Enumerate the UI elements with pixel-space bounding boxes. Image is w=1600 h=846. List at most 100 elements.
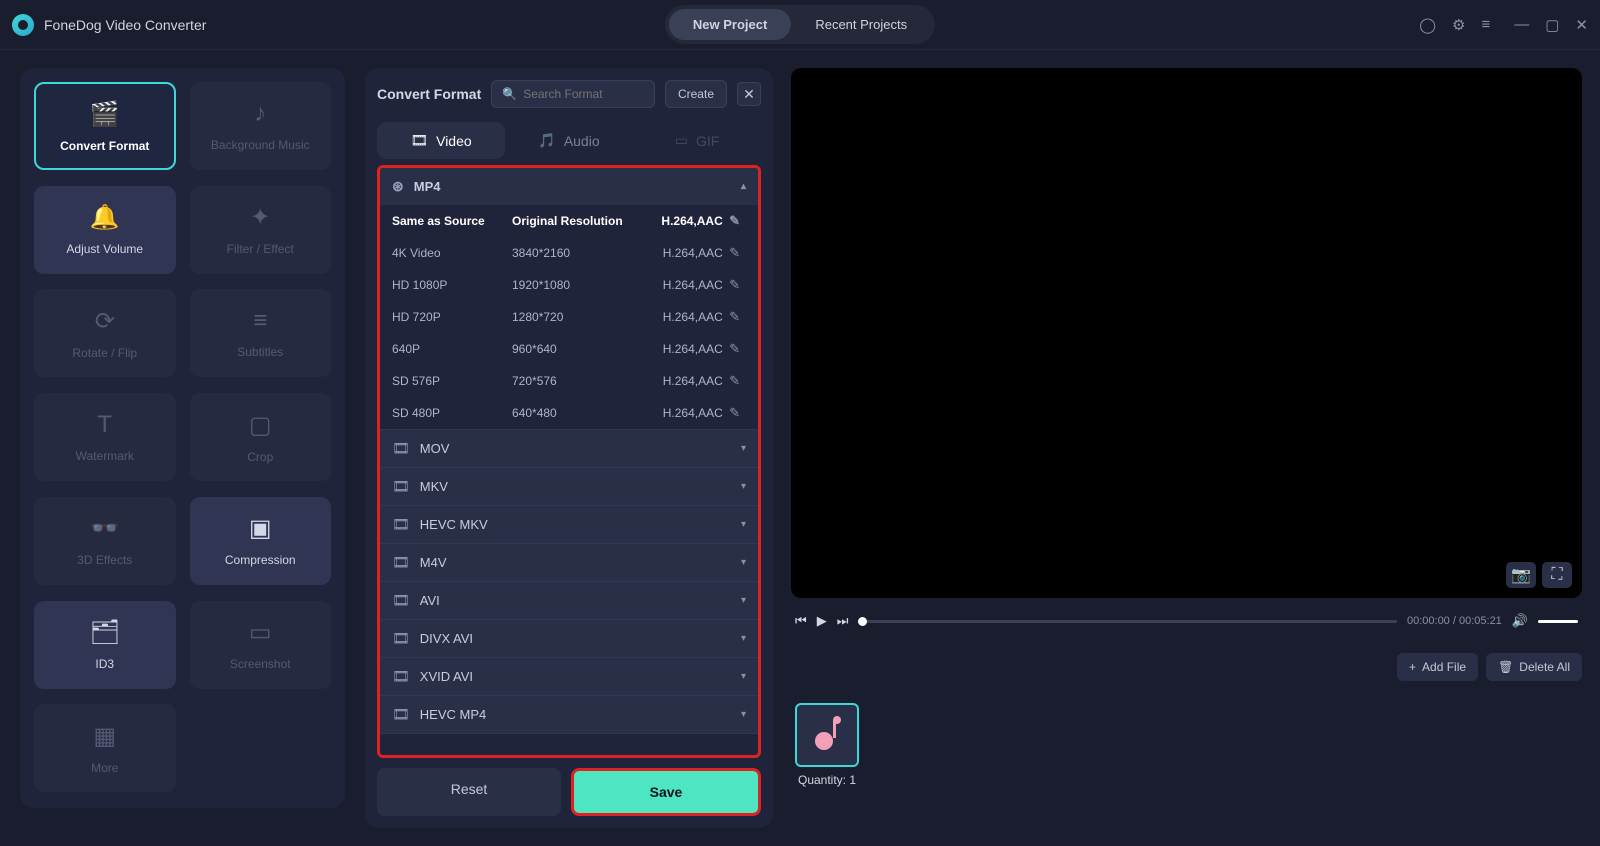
tool-tile-filter-effect[interactable]: ✦Filter / Effect xyxy=(190,186,332,274)
edit-icon[interactable]: ✎ xyxy=(729,373,740,388)
format-group-header[interactable]: 🎞MKV▾ xyxy=(380,468,758,505)
tool-label: Background Music xyxy=(211,138,310,152)
format-group-header[interactable]: 🎞HEVC MKV▾ xyxy=(380,506,758,543)
tab-recent-projects[interactable]: Recent Projects xyxy=(791,9,931,40)
subtab-gif-label: GIF xyxy=(696,133,719,149)
delete-all-button[interactable]: 🗑 Delete All xyxy=(1486,653,1582,681)
tool-icon: ▦ xyxy=(93,722,116,751)
format-group-header[interactable]: 🎞AVI▾ xyxy=(380,582,758,619)
format-panel-title: Convert Format xyxy=(377,86,481,102)
minimize-icon[interactable]: — xyxy=(1514,16,1529,34)
tool-tile-subtitles[interactable]: ≡Subtitles xyxy=(190,289,332,377)
edit-icon[interactable]: ✎ xyxy=(729,405,740,420)
preset-name: SD 576P xyxy=(392,374,512,388)
edit-icon[interactable]: ✎ xyxy=(729,277,740,292)
create-button[interactable]: Create xyxy=(665,80,727,108)
volume-icon[interactable]: 🔊 xyxy=(1512,613,1528,629)
sidebar: 🎬 Convert Format ♪Background Music🔔Adjust … xyxy=(0,50,365,846)
format-group-header-mp4[interactable]: ⊛MP4▴ xyxy=(380,168,758,205)
tool-tile-3d-effects[interactable]: 👓3D Effects xyxy=(34,497,176,585)
format-name: HEVC MP4 xyxy=(420,707,486,722)
format-group-avi: 🎞AVI▾ xyxy=(380,582,758,620)
subtab-audio[interactable]: 🎵 Audio xyxy=(505,122,633,159)
tool-icon: ≡ xyxy=(253,307,267,335)
video-icon: 🎞 xyxy=(410,132,428,149)
panel-footer: Reset Save xyxy=(377,768,761,816)
time-display: 00:00:00 / 00:05:21 xyxy=(1407,615,1502,627)
file-actions: + Add File 🗑 Delete All xyxy=(791,649,1582,685)
format-group-header[interactable]: 🎞 XVID AVI ▾ xyxy=(380,658,758,695)
chevron-down-icon: ▾ xyxy=(741,671,746,682)
subtab-video[interactable]: 🎞 Video xyxy=(377,122,505,159)
edit-icon[interactable]: ✎ xyxy=(729,213,740,228)
play-icon[interactable]: ▶ xyxy=(817,613,827,629)
tool-tile-id3[interactable]: 🗂ID3 xyxy=(34,601,176,689)
preset-row[interactable]: SD 576P720*576H.264,AAC ✎ xyxy=(380,365,758,397)
tool-tile-screenshot[interactable]: ▭Screenshot xyxy=(190,601,332,689)
next-icon[interactable]: ⏭ xyxy=(837,613,849,629)
format-name: MOV xyxy=(420,441,450,456)
volume-slider[interactable] xyxy=(1538,620,1578,623)
preset-row[interactable]: 4K Video3840*2160H.264,AAC ✎ xyxy=(380,237,758,269)
gear-icon[interactable]: ⚙ xyxy=(1452,16,1465,34)
tool-tile-convert-format[interactable]: 🎬 Convert Format xyxy=(34,82,176,170)
tab-new-project[interactable]: New Project xyxy=(669,9,791,40)
snapshot-icon[interactable]: 📷 xyxy=(1506,562,1536,588)
preset-name: SD 480P xyxy=(392,406,512,420)
edit-icon[interactable]: ✎ xyxy=(729,341,740,356)
film-icon: 🎞 xyxy=(392,668,410,685)
fullscreen-icon[interactable]: ⛶ xyxy=(1542,562,1572,588)
tool-tile-adjust-volume[interactable]: 🔔Adjust Volume xyxy=(34,186,176,274)
tool-tile-background-music[interactable]: ♪Background Music xyxy=(190,82,332,170)
preset-row[interactable]: SD 480P640*480H.264,AAC ✎ xyxy=(380,397,758,429)
search-format-box[interactable]: 🔍 xyxy=(491,80,655,108)
preset-header-row[interactable]: Same as SourceOriginal ResolutionH.264,A… xyxy=(380,205,758,237)
clip-item[interactable]: Quantity: 1 xyxy=(795,703,859,787)
format-group-header[interactable]: 🎞MOV▾ xyxy=(380,430,758,467)
clip-tray: Quantity: 1 xyxy=(791,695,1582,787)
format-group-header[interactable]: 🎞M4V▾ xyxy=(380,544,758,581)
tool-tile-rotate-flip[interactable]: ⟳Rotate / Flip xyxy=(34,289,176,377)
gif-icon: ▭ xyxy=(675,132,688,149)
preset-row[interactable]: 640P960*640H.264,AAC ✎ xyxy=(380,333,758,365)
tool-tile-watermark[interactable]: TWatermark xyxy=(34,393,176,481)
save-button[interactable]: Save xyxy=(571,768,761,816)
preset-resolution: 3840*2160 xyxy=(512,246,627,260)
playback-knob[interactable] xyxy=(858,617,867,626)
preset-codec: H.264,AAC ✎ xyxy=(627,405,746,421)
subtab-gif[interactable]: ▭ GIF xyxy=(633,122,761,159)
tool-label: Convert Format xyxy=(60,139,149,153)
prev-icon[interactable]: ⏮ xyxy=(795,613,807,629)
playback-track[interactable] xyxy=(858,620,1397,623)
preset-name: 640P xyxy=(392,342,512,356)
user-icon[interactable]: ◯ xyxy=(1419,16,1436,34)
tool-tile-crop[interactable]: ▢Crop xyxy=(190,393,332,481)
format-group-header[interactable]: 🎞DIVX AVI▾ xyxy=(380,620,758,657)
maximize-icon[interactable]: ▢ xyxy=(1545,16,1559,34)
menu-icon[interactable]: ≡ xyxy=(1481,16,1490,33)
tool-icon: 🎬 xyxy=(90,100,120,129)
preset-codec: H.264,AAC ✎ xyxy=(627,341,746,357)
time-current: 00:00:00 xyxy=(1407,615,1450,627)
close-icon[interactable]: ✕ xyxy=(1575,16,1588,34)
format-group-header[interactable]: 🎞HEVC MP4▾ xyxy=(380,696,758,733)
formats-list: ⊛MP4▴Same as SourceOriginal ResolutionH.… xyxy=(377,165,761,758)
preview-column: 📷 ⛶ ⏮ ▶ ⏭ 00:00:00 / 00:05:21 🔊 + Add Fi… xyxy=(779,50,1600,846)
preset-row[interactable]: HD 720P1280*720H.264,AAC ✎ xyxy=(380,301,758,333)
tool-label: Compression xyxy=(225,553,296,567)
format-name: XVID AVI xyxy=(420,669,473,684)
preset-row[interactable]: HD 1080P1920*1080H.264,AAC ✎ xyxy=(380,269,758,301)
edit-icon[interactable]: ✎ xyxy=(729,309,740,324)
tool-tile-compression[interactable]: ▣Compression xyxy=(190,497,332,585)
subtab-audio-label: Audio xyxy=(564,133,600,149)
panel-close-button[interactable]: ✕ xyxy=(737,82,761,106)
format-name: AVI xyxy=(420,593,440,608)
film-icon: 🎞 xyxy=(392,630,410,647)
add-file-button[interactable]: + Add File xyxy=(1397,653,1478,681)
search-format-input[interactable] xyxy=(523,87,644,101)
tool-tile-more[interactable]: ▦More xyxy=(34,704,176,792)
tools-grid: 🎬 Convert Format ♪Background Music🔔Adjust … xyxy=(20,68,345,808)
preset-name: HD 1080P xyxy=(392,278,512,292)
edit-icon[interactable]: ✎ xyxy=(729,245,740,260)
reset-button[interactable]: Reset xyxy=(377,768,561,816)
